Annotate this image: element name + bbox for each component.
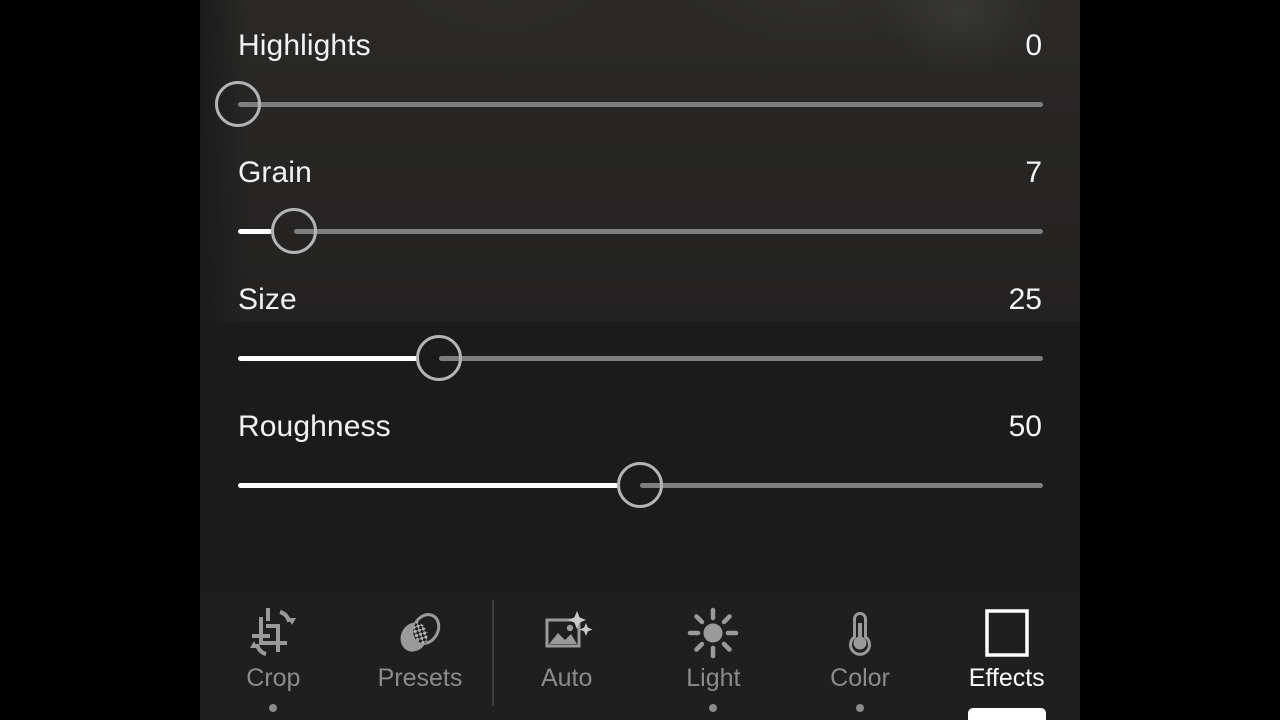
slider-track-roughness[interactable] xyxy=(238,457,1043,515)
presets-icon xyxy=(393,606,447,660)
toolbar-indicator-bar xyxy=(967,708,1046,720)
slider-row-size[interactable]: Size 25 xyxy=(200,278,1080,404)
bottom-toolbar: Crop Presets Auto Light Color Effects xyxy=(200,592,1080,720)
vignette-icon xyxy=(980,606,1034,660)
slider-label-size: Size xyxy=(238,283,297,316)
slider-label-roughness: Roughness xyxy=(238,410,391,443)
toolbar-label-presets: Presets xyxy=(377,664,463,692)
slider-row-highlights[interactable]: Highlights 0 xyxy=(200,24,1080,150)
sun-icon xyxy=(686,606,740,660)
slider-fill xyxy=(238,229,272,234)
slider-track-bg xyxy=(640,483,1043,488)
toolbar-item-presets[interactable]: Presets xyxy=(347,592,494,720)
slider-track-bg xyxy=(238,102,1043,107)
toolbar-item-crop[interactable]: Crop xyxy=(200,592,347,720)
slider-header: Roughness 50 xyxy=(238,405,1042,449)
toolbar-label-effects: Effects xyxy=(968,664,1045,692)
toolbar-item-auto[interactable]: Auto xyxy=(493,592,640,720)
auto-magic-icon xyxy=(540,606,594,660)
toolbar-indicator-dot xyxy=(709,704,718,712)
slider-track-size[interactable] xyxy=(238,330,1043,388)
toolbar-label-crop: Crop xyxy=(246,664,301,692)
crop-rotate-icon xyxy=(246,606,300,660)
thermometer-icon xyxy=(833,606,887,660)
slider-header: Grain 7 xyxy=(238,151,1042,195)
slider-fill xyxy=(238,356,418,361)
slider-value-size: 25 xyxy=(1008,283,1042,316)
toolbar-items: Crop Presets Auto Light Color Effects xyxy=(200,592,1080,720)
toolbar-item-color[interactable]: Color xyxy=(787,592,934,720)
toolbar-indicator-dot xyxy=(856,704,865,712)
screen: Highlights 0 Grain 7 Size 25 Roughness 5… xyxy=(0,0,1280,720)
slider-track-highlights[interactable] xyxy=(215,76,1043,134)
toolbar-item-effects[interactable]: Effects xyxy=(933,592,1080,720)
slider-header: Size 25 xyxy=(238,278,1042,322)
slider-row-roughness[interactable]: Roughness 50 xyxy=(200,405,1080,531)
toolbar-indicator-dot xyxy=(269,704,278,712)
slider-thumb-highlights[interactable] xyxy=(215,81,261,127)
toolbar-label-light: Light xyxy=(686,664,741,692)
slider-thumb-size[interactable] xyxy=(416,335,462,381)
slider-label-highlights: Highlights xyxy=(238,29,371,62)
slider-value-highlights: 0 xyxy=(1025,29,1042,62)
slider-track-bg xyxy=(439,356,1043,361)
slider-value-grain: 7 xyxy=(1025,156,1042,189)
slider-row-grain[interactable]: Grain 7 xyxy=(200,151,1080,277)
slider-header: Highlights 0 xyxy=(238,24,1042,68)
toolbar-label-auto: Auto xyxy=(540,664,593,692)
slider-track-bg xyxy=(294,229,1043,234)
effects-slider-list: Highlights 0 Grain 7 Size 25 Roughness 5… xyxy=(200,0,1080,592)
slider-thumb-roughness[interactable] xyxy=(617,462,663,508)
slider-track-grain[interactable] xyxy=(238,203,1043,261)
slider-fill xyxy=(238,483,619,488)
toolbar-item-light[interactable]: Light xyxy=(640,592,787,720)
photo-editor-panel: Highlights 0 Grain 7 Size 25 Roughness 5… xyxy=(200,0,1080,720)
slider-thumb-grain[interactable] xyxy=(271,208,317,254)
slider-value-roughness: 50 xyxy=(1008,410,1042,443)
toolbar-label-color: Color xyxy=(830,664,890,692)
slider-label-grain: Grain xyxy=(238,156,312,189)
